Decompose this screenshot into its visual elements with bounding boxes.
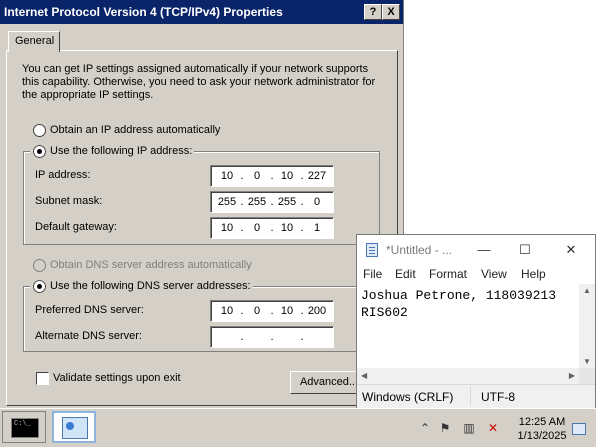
validate-label[interactable]: Validate settings upon exit bbox=[53, 372, 181, 384]
notepad-editor[interactable]: Joshua Petrone, 118039213 RIS602 bbox=[357, 284, 579, 368]
subnet-mask-field[interactable]: 255 . 255 . 255 . 0 bbox=[210, 191, 334, 213]
dialog-close-button[interactable]: X bbox=[382, 4, 400, 20]
horizontal-scrollbar[interactable]: ◀ ▶ bbox=[357, 368, 579, 384]
pdns-octet-3: 10 bbox=[280, 305, 294, 317]
gateway-octet-3: 10 bbox=[280, 222, 294, 234]
clock-time: 12:25 AM bbox=[518, 416, 566, 428]
ip-manual-radio[interactable] bbox=[30, 142, 49, 161]
dialog-title: Internet Protocol Version 4 (TCP/IPv4) P… bbox=[4, 5, 283, 19]
subnet-octet-2: 255 bbox=[247, 196, 267, 208]
pdns-octet-2: 0 bbox=[253, 305, 261, 317]
dns-auto-radio[interactable] bbox=[33, 259, 46, 272]
volume-muted-icon[interactable]: ✕ bbox=[486, 421, 500, 435]
menu-view[interactable]: View bbox=[481, 267, 507, 281]
notepad-status-bar: Windows (CRLF) UTF-8 bbox=[357, 384, 595, 408]
notepad-close-button[interactable]: ✕ bbox=[556, 239, 586, 261]
alternate-dns-label: Alternate DNS server: bbox=[35, 330, 142, 342]
network-connections-icon bbox=[62, 417, 88, 439]
flag-icon[interactable]: ⚑ bbox=[438, 421, 452, 435]
adns-dot: . bbox=[300, 331, 304, 343]
gateway-octet-1: 10 bbox=[220, 222, 234, 234]
taskbar-network-button[interactable] bbox=[52, 411, 96, 443]
pdns-octet-1: 10 bbox=[220, 305, 234, 317]
tab-general-label: General bbox=[15, 35, 55, 47]
scroll-left-icon[interactable]: ◀ bbox=[361, 371, 367, 380]
clock-date: 1/13/2025 bbox=[517, 430, 567, 442]
ip-auto-radio[interactable] bbox=[33, 124, 46, 137]
clock[interactable]: 12:25 AM 1/13/2025 bbox=[512, 415, 572, 443]
scroll-up-icon[interactable]: ▲ bbox=[583, 286, 591, 295]
dns-manual-label[interactable]: Use the following DNS server addresses: bbox=[48, 280, 253, 292]
subnet-octet-1: 255 bbox=[217, 196, 237, 208]
scroll-down-icon[interactable]: ▼ bbox=[583, 357, 591, 366]
scroll-corner bbox=[579, 368, 595, 384]
notepad-window: *Untitled - ... — ☐ ✕ File Edit Format V… bbox=[356, 234, 596, 408]
help-button[interactable]: ? bbox=[364, 4, 382, 20]
dns-manual-radio[interactable] bbox=[30, 277, 49, 296]
adns-dot: . bbox=[270, 331, 274, 343]
pdns-octet-4: 200 bbox=[307, 305, 327, 317]
taskbar-cmd-button[interactable]: C:\_ bbox=[2, 411, 46, 443]
scroll-right-icon[interactable]: ▶ bbox=[569, 371, 575, 380]
menu-file[interactable]: File bbox=[363, 267, 382, 281]
dns-auto-label[interactable]: Obtain DNS server address automatically bbox=[50, 259, 252, 271]
editor-line-2: RIS602 bbox=[361, 305, 408, 320]
subnet-label: Subnet mask: bbox=[35, 195, 103, 207]
minimize-button[interactable]: — bbox=[469, 239, 499, 261]
network-icon[interactable]: ▥ bbox=[462, 421, 476, 435]
command-prompt-icon: C:\_ bbox=[11, 418, 39, 438]
notepad-icon bbox=[366, 243, 378, 257]
adns-dot: . bbox=[240, 331, 244, 343]
ip-address-label: IP address: bbox=[35, 169, 91, 181]
notepad-title: *Untitled - ... bbox=[386, 243, 453, 257]
dialog-titlebar[interactable]: Internet Protocol Version 4 (TCP/IPv4) P… bbox=[0, 0, 403, 24]
ipv4-properties-dialog: Internet Protocol Version 4 (TCP/IPv4) P… bbox=[0, 0, 404, 408]
ip-octet-1: 10 bbox=[220, 170, 234, 182]
show-desktop-icon[interactable] bbox=[572, 423, 586, 435]
intro-text: You can get IP settings assigned automat… bbox=[22, 63, 376, 101]
menu-help[interactable]: Help bbox=[521, 267, 546, 281]
taskbar: C:\_ ⌃ ⚑ ▥ ✕ 12:25 AM 1/13/2025 bbox=[0, 408, 596, 447]
ip-manual-label[interactable]: Use the following IP address: bbox=[48, 145, 195, 157]
ip-octet-4: 227 bbox=[307, 170, 327, 182]
default-gateway-field[interactable]: 10 . 0 . 10 . 1 bbox=[210, 217, 334, 239]
system-tray: ⌃ ⚑ ▥ ✕ 12:25 AM 1/13/2025 bbox=[414, 413, 596, 443]
status-separator bbox=[470, 387, 471, 405]
gateway-octet-4: 1 bbox=[313, 222, 321, 234]
chevron-up-icon[interactable]: ⌃ bbox=[418, 421, 432, 435]
status-encoding: UTF-8 bbox=[481, 390, 515, 404]
status-line-ending: Windows (CRLF) bbox=[362, 390, 454, 404]
gateway-label: Default gateway: bbox=[35, 221, 117, 233]
tab-general[interactable]: General bbox=[8, 31, 60, 52]
ip-octet-3: 10 bbox=[280, 170, 294, 182]
ip-octet-2: 0 bbox=[253, 170, 261, 182]
ip-address-field[interactable]: 10 . 0 . 10 . 227 bbox=[210, 165, 334, 187]
subnet-octet-3: 255 bbox=[277, 196, 297, 208]
preferred-dns-field[interactable]: 10 . 0 . 10 . 200 bbox=[210, 300, 334, 322]
gateway-octet-2: 0 bbox=[253, 222, 261, 234]
vertical-scrollbar[interactable]: ▲ ▼ bbox=[579, 284, 595, 368]
menu-edit[interactable]: Edit bbox=[395, 267, 416, 281]
subnet-octet-4: 0 bbox=[313, 196, 321, 208]
maximize-button[interactable]: ☐ bbox=[510, 239, 540, 261]
cmd-icon-text: C:\_ bbox=[14, 420, 31, 428]
ip-auto-label[interactable]: Obtain an IP address automatically bbox=[50, 124, 220, 136]
editor-line-1: Joshua Petrone, 118039213 bbox=[361, 288, 557, 303]
preferred-dns-label: Preferred DNS server: bbox=[35, 304, 144, 316]
menu-format[interactable]: Format bbox=[429, 267, 467, 281]
alternate-dns-field[interactable]: . . . bbox=[210, 326, 334, 348]
validate-checkbox[interactable] bbox=[36, 372, 49, 385]
